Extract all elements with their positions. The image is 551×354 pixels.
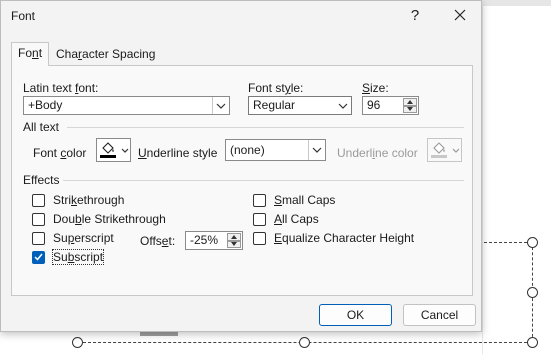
resize-handle-bottom-left[interactable]: [72, 337, 83, 348]
size-spinner[interactable]: 96: [362, 96, 419, 115]
effects-heading: Effects: [23, 173, 60, 187]
chevron-down-icon[interactable]: [212, 97, 229, 114]
strikethrough-checkbox[interactable]: Strikethrough: [32, 193, 124, 207]
underline-color-label: Underline color: [337, 146, 418, 160]
paint-bucket-icon: [102, 142, 114, 154]
chevron-down-icon: [452, 148, 460, 153]
small-caps-checkbox[interactable]: Small Caps: [253, 193, 335, 207]
all-text-divider: [67, 127, 464, 128]
latin-font-value: +Body: [28, 98, 63, 112]
font-style-value: Regular: [253, 98, 296, 112]
document-ruler-strip: [482, 0, 551, 6]
all-text-heading: All text: [23, 120, 60, 134]
chevron-down-icon: [121, 148, 129, 153]
arrow-down-icon: [231, 242, 237, 247]
all-caps-checkbox[interactable]: All Caps: [253, 212, 319, 226]
selection-border-top: [484, 242, 532, 243]
dialog-title: Font: [11, 9, 36, 23]
font-color-swatch: [100, 155, 116, 158]
checkbox-box[interactable]: [253, 193, 266, 207]
latin-font-label: Latin text font:: [23, 81, 99, 95]
tab-character-spacing[interactable]: Character Spacing: [50, 44, 161, 65]
tab-spacing-label-b: acter Spacing: [82, 47, 156, 61]
subscript-checkbox[interactable]: Subscript: [32, 249, 105, 265]
equalize-height-checkbox[interactable]: Equalize Character Height: [253, 231, 414, 245]
underline-color-swatch: [431, 155, 447, 158]
paint-bucket-icon: [433, 142, 445, 154]
effects-divider: [63, 180, 464, 181]
superscript-checkbox[interactable]: Superscript: [32, 231, 114, 245]
offset-value: -25%: [190, 233, 219, 247]
close-button[interactable]: [446, 4, 474, 26]
ok-button[interactable]: OK: [319, 304, 392, 326]
double-strikethrough-checkbox[interactable]: Double Strikethrough: [32, 212, 166, 226]
checkbox-box[interactable]: [253, 231, 266, 245]
resize-handle-bottom-right[interactable]: [527, 337, 538, 348]
checkbox-box-checked[interactable]: [32, 250, 45, 264]
strikethrough-label: Strikethrough: [53, 193, 125, 207]
tab-font[interactable]: Font: [11, 42, 50, 66]
resize-handle-right[interactable]: [527, 287, 538, 298]
offset-label: Offset:: [140, 234, 176, 248]
size-value: 96: [367, 98, 381, 112]
checkbox-box[interactable]: [32, 212, 45, 226]
offset-spinner[interactable]: -25%: [185, 231, 243, 250]
size-label: Size:: [362, 81, 389, 95]
arrow-up-icon: [407, 99, 413, 104]
equalize-height-label: Equalize Character Height: [274, 231, 415, 245]
superscript-label: Superscript: [53, 231, 114, 245]
size-down-button[interactable]: [403, 105, 417, 113]
subscript-label: Subscript: [51, 249, 105, 265]
offset-down-button[interactable]: [227, 240, 241, 248]
underline-style-select[interactable]: (none): [225, 139, 326, 161]
offset-up-button[interactable]: [227, 233, 241, 241]
arrow-up-icon: [231, 234, 237, 239]
chevron-down-icon[interactable]: [308, 140, 325, 160]
font-style-label: Font style:: [248, 81, 304, 95]
checkbox-box[interactable]: [32, 231, 45, 245]
cancel-button[interactable]: Cancel: [403, 304, 476, 326]
checkmark-icon: [34, 253, 43, 261]
tab-font-label-a: Fo: [18, 46, 33, 60]
all-caps-label: All Caps: [274, 212, 319, 226]
double-strikethrough-label: Double Strikethrough: [53, 212, 166, 226]
underline-color-button[interactable]: [427, 138, 462, 162]
checkbox-box[interactable]: [253, 212, 266, 226]
small-caps-label: Small Caps: [274, 193, 336, 207]
font-color-label: Font color: [33, 146, 87, 160]
latin-font-combo[interactable]: +Body: [23, 96, 230, 115]
tab-font-label-b: t: [38, 46, 43, 60]
font-color-button[interactable]: [96, 138, 131, 162]
chevron-down-icon[interactable]: [334, 97, 351, 114]
arrow-down-icon: [407, 107, 413, 112]
size-up-button[interactable]: [403, 98, 417, 106]
help-button[interactable]: ?: [401, 4, 429, 26]
help-icon: ?: [410, 6, 420, 24]
font-style-select[interactable]: Regular: [248, 96, 352, 115]
checkbox-box[interactable]: [32, 193, 45, 207]
resize-handle-bottom[interactable]: [299, 337, 310, 348]
tab-font-accesskey: n: [32, 46, 39, 60]
underline-style-label: Underline style: [138, 146, 218, 160]
font-dialog: Font ? Font Character Spacing Latin text…: [0, 0, 482, 332]
document-page-edge: [482, 6, 483, 354]
tab-spacing-label-a: Cha: [56, 47, 79, 61]
close-icon: [454, 9, 466, 21]
resize-handle-top-right[interactable]: [527, 237, 538, 248]
